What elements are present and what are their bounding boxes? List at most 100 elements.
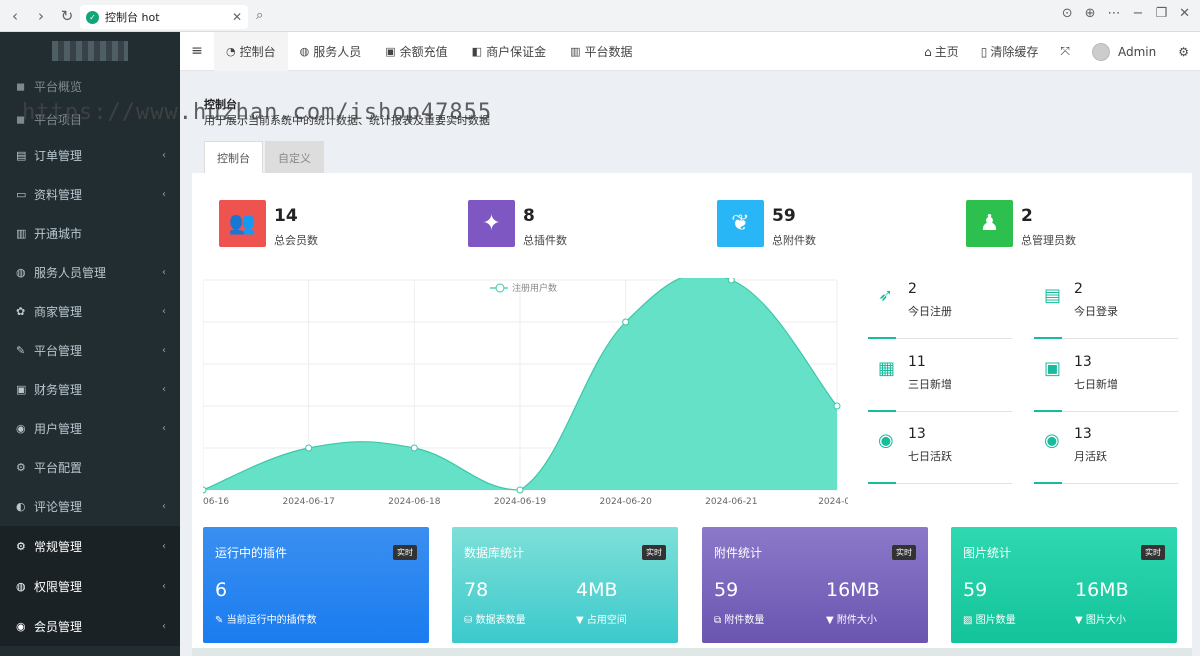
sidebar-item-1[interactable]: ◼ 平台项目 [0,103,180,136]
card-sub-label: 图片数量 [975,615,1016,626]
more-icon[interactable]: ⋯ [1108,6,1121,21]
x-tick-label: 2024-06-17 [283,497,335,507]
stat-3: ♟ 2 总管理员数 [966,200,1076,247]
stat-value: 2 [1021,206,1033,226]
chevron-left-icon: ‹ [162,267,166,278]
reload-icon[interactable]: ↻ [56,5,78,27]
card-sub-2: ▼ 附件大小 [826,611,877,626]
sidebar-icon: ◼ [16,80,26,93]
kpi-0: ➶ 2 今日注册 [868,279,1012,339]
nav-tab-icon: ▥ [570,44,581,58]
chevron-left-icon: ‹ [162,423,166,434]
card-title: 运行中的插件 [215,546,288,560]
sidebar-item-label: 资料管理 [34,188,83,202]
kpi-1: ▤ 2 今日登录 [1034,279,1178,339]
stat-value: 8 [523,206,535,226]
kpi-label: 七日新增 [1074,378,1118,391]
nav-tab-label: 平台数据 [584,44,633,59]
x-tick-label: 2024-06-21 [705,497,757,507]
realtime-badge: 实时 [642,545,666,560]
sidebar-item-7[interactable]: ✎ 平台管理 ‹ [0,331,180,370]
back-icon[interactable]: ‹ [4,5,26,27]
logo[interactable] [0,32,180,70]
sidebar-item-0[interactable]: ◼ 平台概览 [0,70,180,103]
sidebar-menu: ◼ 平台概览 ◼ 平台项目 ▤ 订单管理 ‹ ▭ 资料管理 ‹ ▥ 开通城市 ◍ 服务人员管理 ‹ ✿ 商家管理… [0,70,180,646]
forward-icon[interactable]: › [30,5,52,27]
sidebar-icon: ▣ [16,383,27,396]
kpi-2: ▦ 11 三日新增 [868,352,1012,412]
clear-cache-link[interactable]: ▯ 清除缓存 [970,43,1050,60]
sidebar-item-label: 平台项目 [34,113,83,127]
globe-icon[interactable]: ⊕ [1085,6,1096,21]
data-point [727,278,735,284]
tab-dashboard[interactable]: 控制台 [204,141,263,173]
sidebar-item-9[interactable]: ◉ 用户管理 ‹ [0,409,180,448]
browser-tab[interactable]: ✓ 控制台 hot ✕ [80,5,248,29]
search-icon[interactable]: ⌕ [256,8,263,23]
data-point [516,486,524,494]
kpi-accent [868,410,896,412]
sidebar-item-4[interactable]: ▥ 开通城市 [0,214,180,253]
nav-tab-2[interactable]: ▣ 余额充值 [373,32,459,71]
sidebar-icon: ◍ [16,579,26,593]
summary-card-0: 运行中的插件 实时 6 ✎ 当前运行中的插件数 [203,527,429,643]
data-point [305,444,313,452]
sidebar-item-6[interactable]: ✿ 商家管理 ‹ [0,292,180,331]
card-sub-icon: ✎ [215,615,224,626]
magic-icon: ✦ [468,200,515,247]
nav-tab-icon: ◧ [471,44,483,58]
user-circle-icon: ◉ [1044,430,1060,451]
sidebar-item-label: 服务人员管理 [34,266,107,280]
fullscreen-icon[interactable]: ⤧ [1049,44,1081,59]
kpi-3: ▣ 13 七日新增 [1034,352,1178,412]
restore-icon[interactable]: ❐ [1155,6,1167,21]
stat-label: 总插件数 [523,234,567,247]
gear-icon[interactable]: ⚙ [1167,45,1200,59]
card-title: 附件统计 [714,546,763,560]
stat-value: 14 [274,206,298,226]
data-point [410,444,418,452]
sidebar-item-3[interactable]: ▭ 资料管理 ‹ [0,175,180,214]
window-close-icon[interactable]: ✕ [1179,6,1190,21]
sidebar-item-8[interactable]: ▣ 财务管理 ‹ [0,370,180,409]
tab-custom[interactable]: 自定义 [265,141,324,173]
browser-right-icons: ⊙ ⊕ ⋯ − ❐ ✕ [1062,6,1190,21]
menu-toggle-icon[interactable]: ≡ [180,43,214,59]
close-icon[interactable]: ✕ [232,10,242,24]
kpi-label: 三日新增 [908,378,952,391]
user-circle-icon: ◉ [878,430,894,451]
nav-tab-3[interactable]: ◧ 商户保证金 [460,32,558,71]
id-card-icon: ▤ [1044,285,1062,306]
sidebar-icon: ◉ [16,422,26,435]
minimize-icon[interactable]: − [1133,6,1144,21]
sidebar-group-1[interactable]: ◍ 权限管理 ‹ [0,566,180,606]
stat-label: 总会员数 [274,234,318,247]
nav-tab-4[interactable]: ▥ 平台数据 [558,32,644,71]
sidebar-item-label: 商家管理 [34,305,83,319]
sidebar-item-11[interactable]: ◐ 评论管理 ‹ [0,487,180,526]
chevron-left-icon: ‹ [162,189,166,200]
sidebar-group-0[interactable]: ⚙ 常规管理 ‹ [0,526,180,566]
filter-icon: ▼ [1075,615,1083,626]
user-menu[interactable]: Admin [1081,42,1167,61]
page-description: 用于展示当前系统中的统计数据、统计报表及重要实时数据 [204,114,490,127]
nav-tab-1[interactable]: ◍ 服务人员 [288,32,374,71]
card-value-2: 16MB [1075,579,1129,601]
registered-users-chart: 06-16 2024-06-17 2024-06-18 2024-06-19 2024-… [203,278,848,507]
sidebar-group-2[interactable]: ◉ 会员管理 ‹ [0,606,180,646]
card-sub-label: 附件数量 [724,615,765,626]
card-sub-icon: ▨ [963,615,973,626]
nav-tab-icon: ◔ [226,44,236,58]
sidebar-item-5[interactable]: ◍ 服务人员管理 ‹ [0,253,180,292]
kpi-4: ◉ 13 七日活跃 [868,424,1012,484]
nav-tab-0[interactable]: ◔ 控制台 [214,31,288,71]
sidebar-item-10[interactable]: ⚙ 平台配置 [0,448,180,487]
page-header: 控制台 用于展示当前系统中的统计数据、统计报表及重要实时数据 控制台 自定义 [192,80,1192,173]
home-link[interactable]: ⌂ 主页 [913,43,970,60]
chevron-left-icon: ‹ [162,384,166,395]
sidebar-item-2[interactable]: ▤ 订单管理 ‹ [0,136,180,175]
page-title: 控制台 [204,98,237,111]
sidebar-icon: ◉ [16,619,26,633]
download-icon[interactable]: ⊙ [1062,6,1073,21]
nav-tabs: ◔ 控制台 ◍ 服务人员 ▣ 余额充值 ◧ 商户保证金 ▥ 平台数据 [214,31,645,71]
